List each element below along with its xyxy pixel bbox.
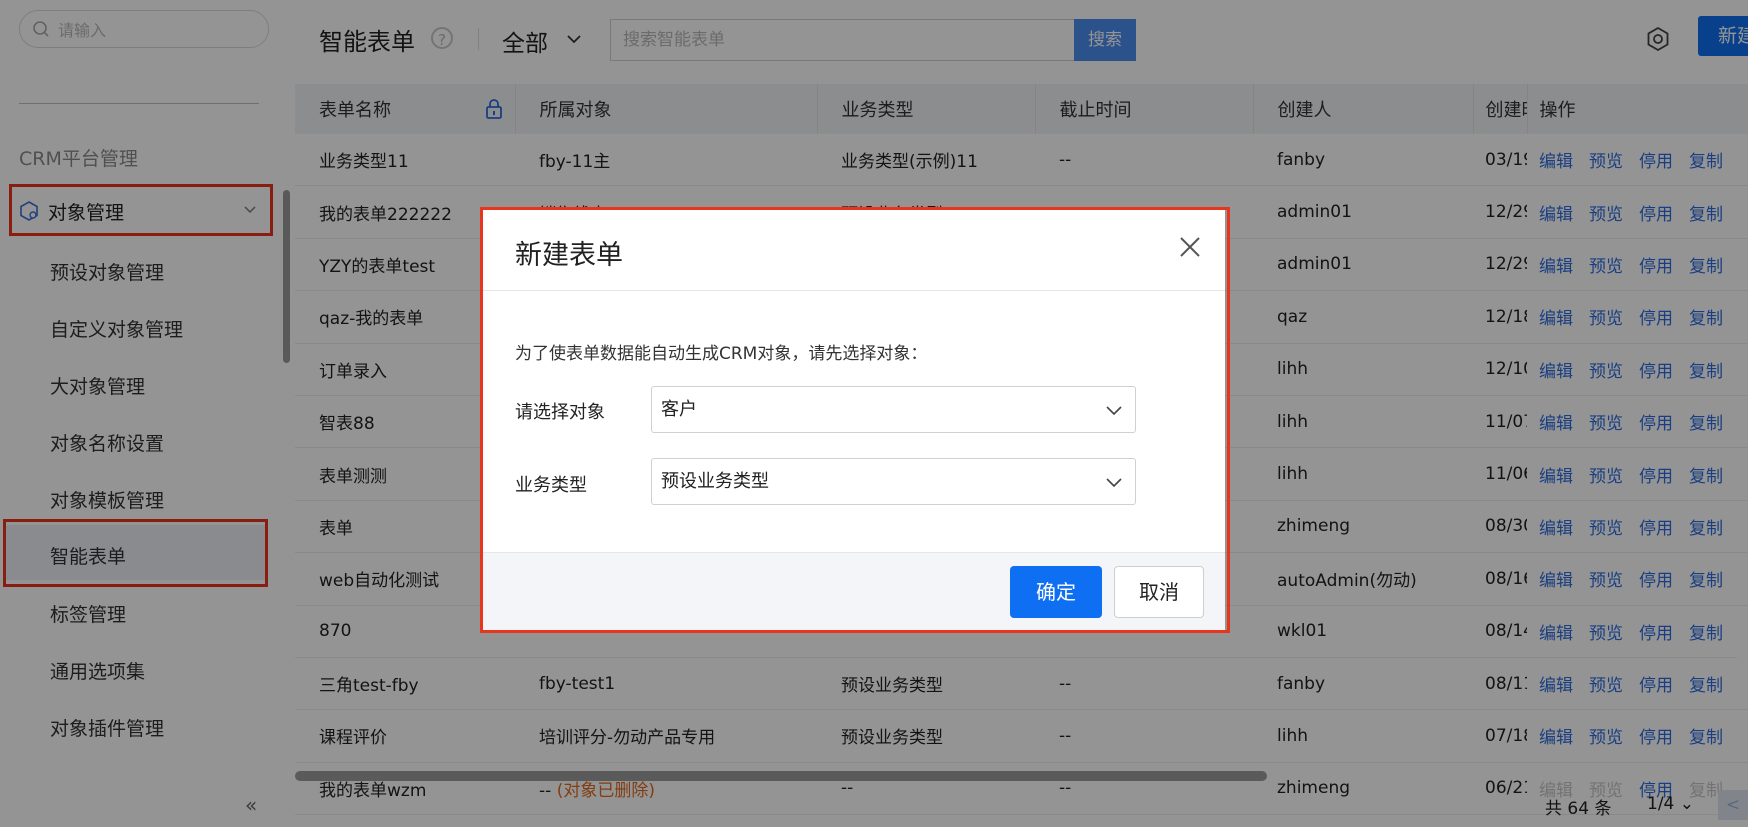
highlight-dialog (480, 207, 1230, 633)
